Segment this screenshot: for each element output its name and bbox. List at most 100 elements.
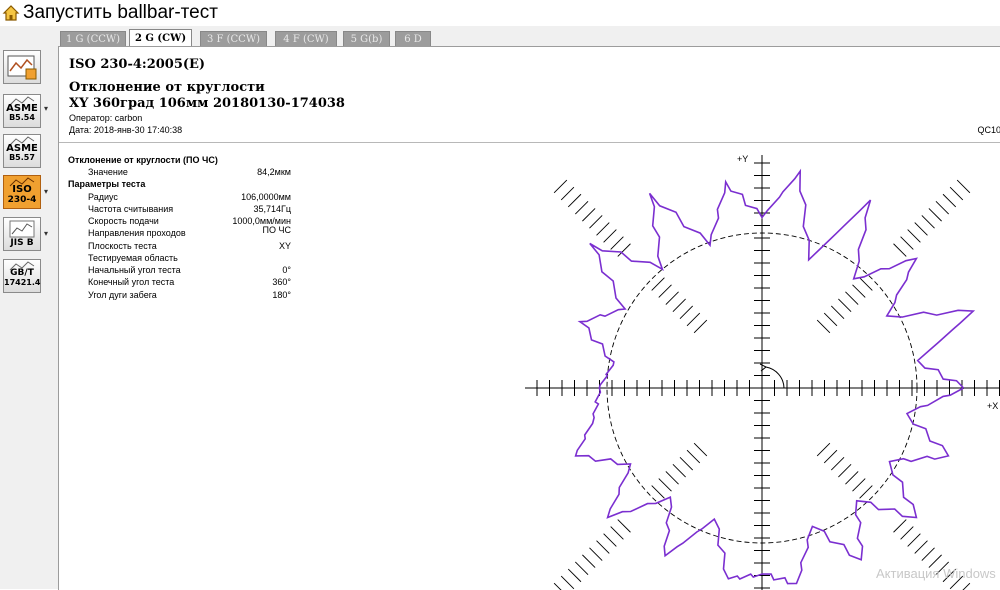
diagonal-tick bbox=[921, 215, 935, 229]
asme-b554-line1: ASME bbox=[6, 103, 38, 114]
diagonal-tick bbox=[816, 442, 831, 457]
diagonal-tick bbox=[845, 471, 859, 485]
tab-2-g-cw[interactable]: 2 G (CW) bbox=[129, 29, 192, 47]
diagonal-tick bbox=[956, 179, 971, 194]
window-titlebar: Запустить ballbar-тест bbox=[0, 0, 1000, 26]
param-value: ПО ЧС bbox=[262, 225, 291, 235]
diagonal-tick bbox=[823, 449, 838, 464]
param-value: XY bbox=[278, 241, 291, 251]
param-value: 106,0000мм bbox=[241, 192, 291, 202]
report-panel: ISO 230-4:2005(E) Отклонение от круглост… bbox=[58, 46, 1000, 590]
jis-b-dropdown-icon[interactable]: ▾ bbox=[44, 229, 48, 238]
diagonal-tick bbox=[852, 478, 866, 492]
param-value: 0° bbox=[282, 265, 291, 275]
diagonal-tick bbox=[603, 229, 617, 243]
diagonal-tick bbox=[575, 201, 589, 215]
diagonal-tick bbox=[560, 575, 575, 590]
diagonal-tick bbox=[852, 284, 866, 298]
asme-b554-button[interactable]: ASME B5.54 bbox=[3, 94, 41, 128]
standards-sidebar: ASME B5.54 ▾ ASME B5.57 ISO 230-4 ▾ JIS … bbox=[0, 26, 59, 589]
gbt-line2: 17421.4 bbox=[4, 278, 41, 287]
iso-230-4-button[interactable]: ISO 230-4 bbox=[3, 175, 41, 209]
asme-b557-line2: B5.57 bbox=[9, 153, 35, 162]
diagonal-tick bbox=[679, 305, 694, 320]
report-subheading: XY 360град 106мм 20180130-174038 bbox=[69, 96, 345, 111]
diagonal-tick bbox=[553, 179, 568, 194]
diagonal-tick bbox=[935, 201, 949, 215]
diagonal-tick bbox=[859, 277, 873, 291]
run-test-button[interactable] bbox=[3, 50, 41, 84]
diagonal-tick bbox=[665, 291, 679, 305]
tab-6-d[interactable]: 6 D bbox=[395, 31, 431, 46]
home-icon[interactable] bbox=[2, 4, 20, 22]
diagonal-tick bbox=[665, 471, 679, 485]
tab-3-f-ccw[interactable]: 3 F (CCW) bbox=[200, 31, 267, 46]
diagonal-tick bbox=[617, 519, 631, 533]
diagonal-tick bbox=[914, 540, 928, 554]
diagonal-tick bbox=[823, 312, 838, 327]
run-test-icon bbox=[7, 55, 37, 80]
diagonal-tick bbox=[928, 208, 942, 222]
diagonal-tick bbox=[575, 561, 589, 575]
run-tabs: 1 G (CCW) 2 G (CW) 3 F (CCW) 4 F (CW) 5 … bbox=[58, 26, 1000, 47]
report-qc: QC10 bbox=[977, 125, 1000, 135]
value-value: 84,2мкм bbox=[257, 167, 291, 177]
param-label: Направления проходов bbox=[88, 228, 186, 238]
param-label: Конечный угол теста bbox=[88, 277, 175, 287]
diagonal-tick bbox=[658, 284, 672, 298]
diagonal-tick bbox=[900, 236, 914, 250]
diagonal-tick bbox=[582, 208, 596, 222]
diagonal-tick bbox=[596, 222, 610, 236]
param-label: Скорость подачи bbox=[88, 216, 159, 226]
diagonal-tick bbox=[589, 215, 603, 229]
diagonal-tick bbox=[859, 485, 873, 499]
diagonal-tick bbox=[693, 442, 708, 457]
iso-230-4-dropdown-icon[interactable]: ▾ bbox=[44, 187, 48, 196]
tab-4-f-cw[interactable]: 4 F (CW) bbox=[275, 31, 337, 46]
deviation-trace bbox=[574, 168, 976, 585]
jis-b-label: JIS B bbox=[10, 238, 34, 248]
diagonal-tick bbox=[658, 478, 672, 492]
diagonal-tick bbox=[893, 519, 907, 533]
param-value: 35,714Гц bbox=[253, 204, 291, 214]
diagonal-tick bbox=[679, 456, 694, 471]
polar-plot: +X +Y bbox=[525, 154, 1000, 590]
value-label: Значение bbox=[88, 167, 128, 177]
diagonal-tick bbox=[921, 547, 935, 561]
diagonal-tick bbox=[816, 319, 831, 334]
report-standard: ISO 230-4:2005(E) bbox=[69, 57, 206, 72]
diagonal-tick bbox=[686, 312, 701, 327]
iso-230-4-line1: ISO bbox=[12, 184, 32, 195]
diagonal-tick bbox=[830, 456, 845, 471]
param-label: Тестируемая область bbox=[88, 253, 178, 263]
diagonal-tick bbox=[838, 298, 852, 312]
param-label: Радиус bbox=[88, 192, 118, 202]
diagonal-tick bbox=[907, 229, 921, 243]
diagonal-tick bbox=[567, 193, 582, 208]
x-axis-label: +X bbox=[987, 401, 998, 411]
iso-230-4-line2: 230-4 bbox=[7, 195, 37, 205]
diagonal-tick bbox=[893, 243, 907, 257]
section-deviation: Отклонение от круглости (ПО ЧС) bbox=[68, 155, 218, 165]
param-label: Угол дуги забега bbox=[88, 290, 157, 300]
header-divider bbox=[59, 142, 1000, 143]
param-label: Частота считывания bbox=[88, 204, 174, 214]
diagonal-tick bbox=[900, 526, 914, 540]
y-axis-label: +Y bbox=[737, 154, 748, 164]
diagonal-tick bbox=[838, 464, 852, 478]
tab-5-g-b[interactable]: 5 G(b) bbox=[343, 31, 390, 46]
gbt-17421-button[interactable]: GB/T 17421.4 bbox=[3, 259, 41, 293]
jis-b-button[interactable]: JIS B bbox=[3, 217, 41, 251]
diagonal-tick bbox=[610, 526, 624, 540]
asme-b557-button[interactable]: ASME B5.57 bbox=[3, 134, 41, 168]
diagonal-tick bbox=[830, 305, 845, 320]
param-value: 360° bbox=[272, 277, 291, 287]
diagonal-tick bbox=[907, 533, 921, 547]
diagonal-tick bbox=[560, 186, 575, 201]
asme-b554-dropdown-icon[interactable]: ▾ bbox=[44, 104, 48, 113]
param-label: Начальный угол теста bbox=[88, 265, 181, 275]
asme-b554-line2: B5.54 bbox=[9, 113, 35, 122]
param-label: Плоскость теста bbox=[88, 241, 157, 251]
diagonal-tick bbox=[949, 186, 964, 201]
tab-1-g-ccw[interactable]: 1 G (CCW) bbox=[60, 31, 126, 46]
